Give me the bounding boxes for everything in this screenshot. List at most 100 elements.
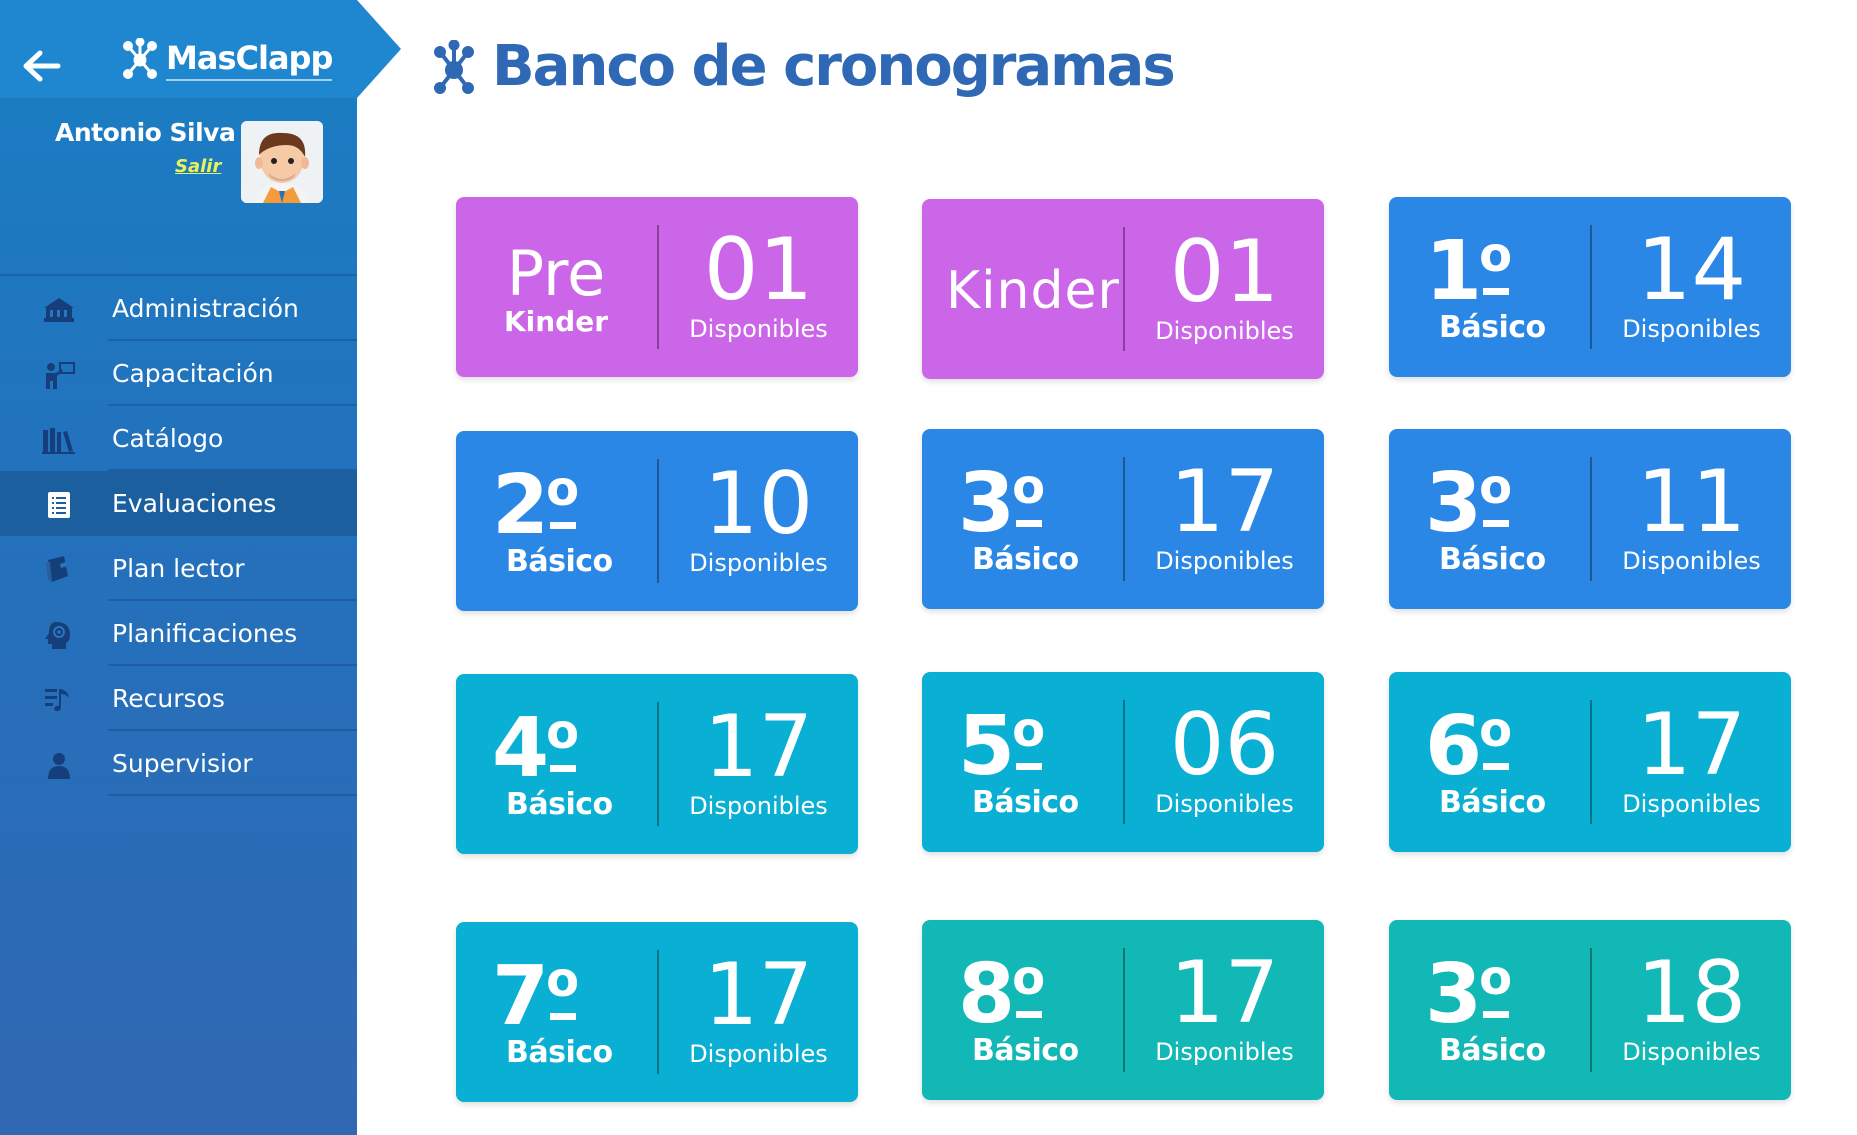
- sidebar-item-catalogo[interactable]: Catálogo: [0, 406, 357, 471]
- card-grade: 3o Básico: [1389, 920, 1589, 1100]
- card-3-basico[interactable]: 3o Básico 17 Disponibles: [922, 429, 1324, 609]
- sidebar-item-plan-lector[interactable]: Plan lector: [0, 536, 357, 601]
- ordinal-mark: o: [1012, 702, 1045, 758]
- card-grade: 3o Básico: [1389, 429, 1589, 609]
- card-grade: 3o Básico: [922, 429, 1122, 609]
- available-label: Disponibles: [689, 792, 828, 820]
- sidebar: MasClapp Antonio Silva Salir Administrac…: [0, 0, 401, 1135]
- brand[interactable]: MasClapp: [122, 38, 333, 82]
- sidebar-item-label: Capacitación: [112, 359, 274, 388]
- ordinal-mark: o: [1012, 950, 1045, 1006]
- ordinal-mark: o: [1479, 227, 1512, 283]
- grade-number: 8o: [958, 954, 1045, 1036]
- ordinal-mark: o: [1479, 459, 1512, 515]
- book-icon: [46, 556, 68, 582]
- card-grade: 4o Básico: [456, 674, 656, 854]
- available-count: 17: [1636, 695, 1747, 795]
- grade-number: 6o: [1425, 706, 1512, 788]
- grade-number: 3o: [1425, 463, 1512, 545]
- grade-level: Básico: [506, 544, 613, 579]
- card-6-basico[interactable]: 6o Básico 17 Disponibles: [1389, 672, 1791, 852]
- grade-level: Básico: [506, 1035, 613, 1070]
- card-count: 06 Disponibles: [1125, 672, 1324, 852]
- available-label: Disponibles: [1622, 315, 1761, 343]
- avatar[interactable]: [241, 121, 323, 203]
- logout-link[interactable]: Salir: [175, 156, 221, 177]
- available-count: 01: [1169, 222, 1280, 322]
- card-count: 18 Disponibles: [1592, 920, 1791, 1100]
- card-kinder[interactable]: Kinder 01 Disponibles: [922, 199, 1324, 379]
- avatar-face-icon: [241, 121, 323, 203]
- grade-level: Básico: [972, 542, 1079, 577]
- grade-digit: 3: [958, 456, 1015, 551]
- available-count: 06: [1169, 695, 1280, 795]
- sidebar-nav: Administración Capacitación Catálogo Eva…: [0, 274, 357, 796]
- available-count: 18: [1636, 943, 1747, 1043]
- card-grade: Kinder: [922, 199, 1122, 379]
- grade-number: 5o: [958, 706, 1045, 788]
- sidebar-item-label: Catálogo: [112, 424, 224, 453]
- grade-level: Básico: [1439, 1033, 1546, 1068]
- grade-number: 2o: [492, 465, 579, 547]
- sidebar-item-label: Recursos: [112, 684, 225, 713]
- building-icon: [44, 298, 74, 322]
- available-label: Disponibles: [1155, 317, 1294, 345]
- available-count: 10: [703, 454, 814, 554]
- available-count: 17: [703, 697, 814, 797]
- grade-number: 3o: [958, 463, 1045, 545]
- ordinal-mark: o: [546, 704, 579, 760]
- card-count: 01 Disponibles: [1125, 199, 1324, 379]
- card-pre-kinder[interactable]: Pre Kinder 01 Disponibles: [456, 197, 858, 377]
- grade-level: Básico: [972, 1033, 1079, 1068]
- grade-number: 7o: [492, 956, 579, 1038]
- card-1-basico[interactable]: 1o Básico 14 Disponibles: [1389, 197, 1791, 377]
- grade-level: Básico: [972, 785, 1079, 820]
- grade-digit: 4: [492, 701, 549, 796]
- available-count: 17: [703, 945, 814, 1045]
- available-label: Disponibles: [1155, 547, 1294, 575]
- grade-digit: 2: [492, 458, 549, 553]
- available-label: Disponibles: [689, 549, 828, 577]
- card-count: 10 Disponibles: [659, 431, 858, 611]
- card-grade: 2o Básico: [456, 431, 656, 611]
- grade-level: Básico: [1439, 785, 1546, 820]
- card-7-basico[interactable]: 7o Básico 17 Disponibles: [456, 922, 858, 1102]
- music-list-icon: [45, 689, 69, 712]
- card-2-basico[interactable]: 2o Básico 10 Disponibles: [456, 431, 858, 611]
- card-grade: 8o Básico: [922, 920, 1122, 1100]
- available-label: Disponibles: [1622, 790, 1761, 818]
- sidebar-item-capacitacion[interactable]: Capacitación: [0, 341, 357, 406]
- card-4-basico[interactable]: 4o Básico 17 Disponibles: [456, 674, 858, 854]
- person-icon: [48, 753, 70, 779]
- card-count: 17 Disponibles: [659, 922, 858, 1102]
- sidebar-item-recursos[interactable]: Recursos: [0, 666, 357, 731]
- molecule-logo-icon: [123, 38, 157, 79]
- card-8-basico[interactable]: 8o Básico 17 Disponibles: [922, 920, 1324, 1100]
- back-arrow-icon[interactable]: [20, 45, 62, 87]
- sidebar-item-administracion[interactable]: Administración: [0, 274, 357, 341]
- user-name: Antonio Silva: [55, 118, 236, 147]
- card-grade: 5o Básico: [922, 672, 1122, 852]
- grade-digit: 3: [1425, 456, 1482, 551]
- grade-digit: 3: [1425, 947, 1482, 1042]
- available-label: Disponibles: [1622, 1038, 1761, 1066]
- grade-number: 3o: [1425, 954, 1512, 1036]
- available-label: Disponibles: [689, 1040, 828, 1068]
- card-5-basico[interactable]: 5o Básico 06 Disponibles: [922, 672, 1324, 852]
- sidebar-item-label: Plan lector: [112, 554, 245, 583]
- sidebar-item-planificaciones[interactable]: Planificaciones: [0, 601, 357, 666]
- available-count: 01: [703, 220, 814, 320]
- card-count: 17 Disponibles: [1125, 429, 1324, 609]
- card-count: 17 Disponibles: [1125, 920, 1324, 1100]
- card-grade: 1o Básico: [1389, 197, 1589, 377]
- available-count: 17: [1169, 943, 1280, 1043]
- card-3-basico-c[interactable]: 3o Básico 18 Disponibles: [1389, 920, 1791, 1100]
- card-grade: Pre Kinder: [456, 197, 656, 377]
- sidebar-item-evaluaciones[interactable]: Evaluaciones: [0, 471, 357, 536]
- sidebar-item-supervisor[interactable]: Supervisior: [0, 731, 357, 796]
- available-label: Disponibles: [1155, 790, 1294, 818]
- grade-title: Kinder: [946, 261, 1120, 321]
- card-3-basico-b[interactable]: 3o Básico 11 Disponibles: [1389, 429, 1791, 609]
- grade-number: 1o: [1425, 231, 1512, 313]
- card-count: 14 Disponibles: [1592, 197, 1791, 377]
